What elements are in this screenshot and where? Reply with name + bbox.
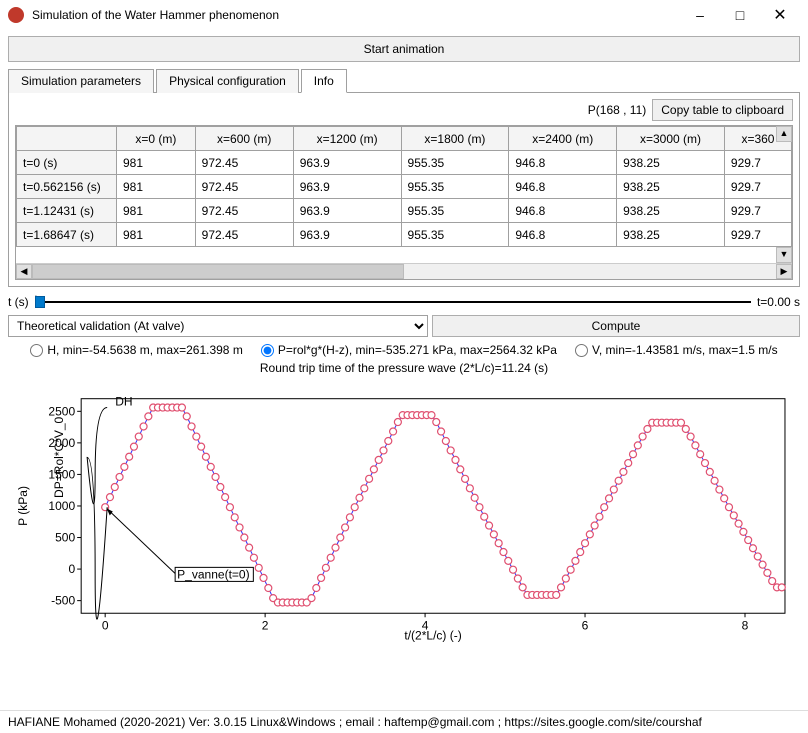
svg-text:8: 8 [742, 618, 749, 632]
table-col-header: x=3000 (m) [617, 127, 725, 151]
compute-button[interactable]: Compute [432, 315, 800, 337]
svg-text:1000: 1000 [48, 499, 75, 513]
footer: HAFIANE Mohamed (2020-2021) Ver: 3.0.15 … [0, 710, 808, 733]
hscroll-right[interactable]: ▶ [776, 264, 792, 279]
data-table: x=0 (m)x=600 (m)x=1200 (m)x=1800 (m)x=24… [16, 126, 792, 247]
table-col-header: x=600 (m) [195, 127, 293, 151]
table-col-header: x=1800 (m) [401, 127, 509, 151]
table-row: t=1.12431 (s)981972.45963.9955.35946.893… [17, 199, 792, 223]
svg-text:2500: 2500 [48, 404, 75, 418]
close-button[interactable]: ✕ [760, 0, 800, 30]
time-value: t=0.00 s [757, 295, 800, 309]
start-animation-button[interactable]: Start animation [8, 36, 800, 62]
table-col-header [17, 127, 117, 151]
svg-text:500: 500 [55, 531, 75, 545]
radio-h[interactable]: H, min=-54.5638 m, max=261.398 m [30, 343, 242, 357]
svg-text:0: 0 [68, 562, 75, 576]
window-title: Simulation of the Water Hammer phenomeno… [32, 8, 680, 22]
info-panel: P(168 , 11) Copy table to clipboard x=0 … [8, 93, 800, 287]
vscroll-up[interactable]: ▲ [776, 126, 792, 142]
table-col-header: x=0 (m) [117, 127, 196, 151]
svg-text:0: 0 [102, 618, 109, 632]
time-slider[interactable] [35, 301, 751, 303]
hscrollbar[interactable]: ◀ ▶ [16, 263, 792, 279]
svg-text:6: 6 [582, 618, 589, 632]
time-slider-thumb[interactable] [35, 296, 45, 308]
minimize-button[interactable]: – [680, 0, 720, 30]
svg-text:-500: -500 [51, 594, 75, 608]
table-row: t=1.68647 (s)981972.45963.9955.35946.893… [17, 223, 792, 247]
tab-physical-configuration[interactable]: Physical configuration [156, 69, 299, 93]
pointer-readout: P(168 , 11) [588, 103, 646, 117]
copy-table-button[interactable]: Copy table to clipboard [652, 99, 793, 121]
tab-bar: Simulation parameters Physical configura… [8, 68, 800, 93]
radio-p[interactable]: P=rol*g*(H-z), min=-535.271 kPa, max=256… [261, 343, 557, 357]
pressure-plot: -5000500100015002000250002468t/(2*L/c) (… [13, 386, 795, 646]
svg-text:P (kPa): P (kPa) [16, 486, 30, 526]
tab-info[interactable]: Info [301, 69, 347, 93]
data-table-wrap: x=0 (m)x=600 (m)x=1200 (m)x=1800 (m)x=24… [15, 125, 793, 280]
validation-select[interactable]: Theoretical validation (At valve) [8, 315, 428, 337]
table-row: t=0.562156 (s)981972.45963.9955.35946.89… [17, 175, 792, 199]
app-icon [8, 7, 24, 23]
svg-text:DP=Rol*C*V_0: DP=Rol*C*V_0 [52, 416, 66, 497]
svg-text:2: 2 [262, 618, 269, 632]
plot-area: -5000500100015002000250002468t/(2*L/c) (… [8, 381, 800, 710]
time-label: t (s) [8, 295, 29, 309]
svg-text:DH: DH [115, 395, 132, 409]
vscroll-down[interactable]: ▼ [776, 247, 792, 263]
title-bar: Simulation of the Water Hammer phenomeno… [0, 0, 808, 30]
svg-text:t/(2*L/c) (-): t/(2*L/c) (-) [404, 628, 461, 642]
radio-v[interactable]: V, min=-1.43581 m/s, max=1.5 m/s [575, 343, 778, 357]
table-col-header: x=2400 (m) [509, 127, 617, 151]
round-trip-info: Round trip time of the pressure wave (2*… [8, 361, 800, 375]
maximize-button[interactable]: □ [720, 0, 760, 30]
hscroll-left[interactable]: ◀ [16, 264, 32, 279]
hscroll-thumb[interactable] [32, 264, 404, 279]
tab-simulation-parameters[interactable]: Simulation parameters [8, 69, 154, 93]
table-col-header: x=1200 (m) [293, 127, 401, 151]
table-row: t=0 (s)981972.45963.9955.35946.8938.2592… [17, 151, 792, 175]
svg-text:P_vanne(t=0): P_vanne(t=0) [177, 567, 249, 581]
